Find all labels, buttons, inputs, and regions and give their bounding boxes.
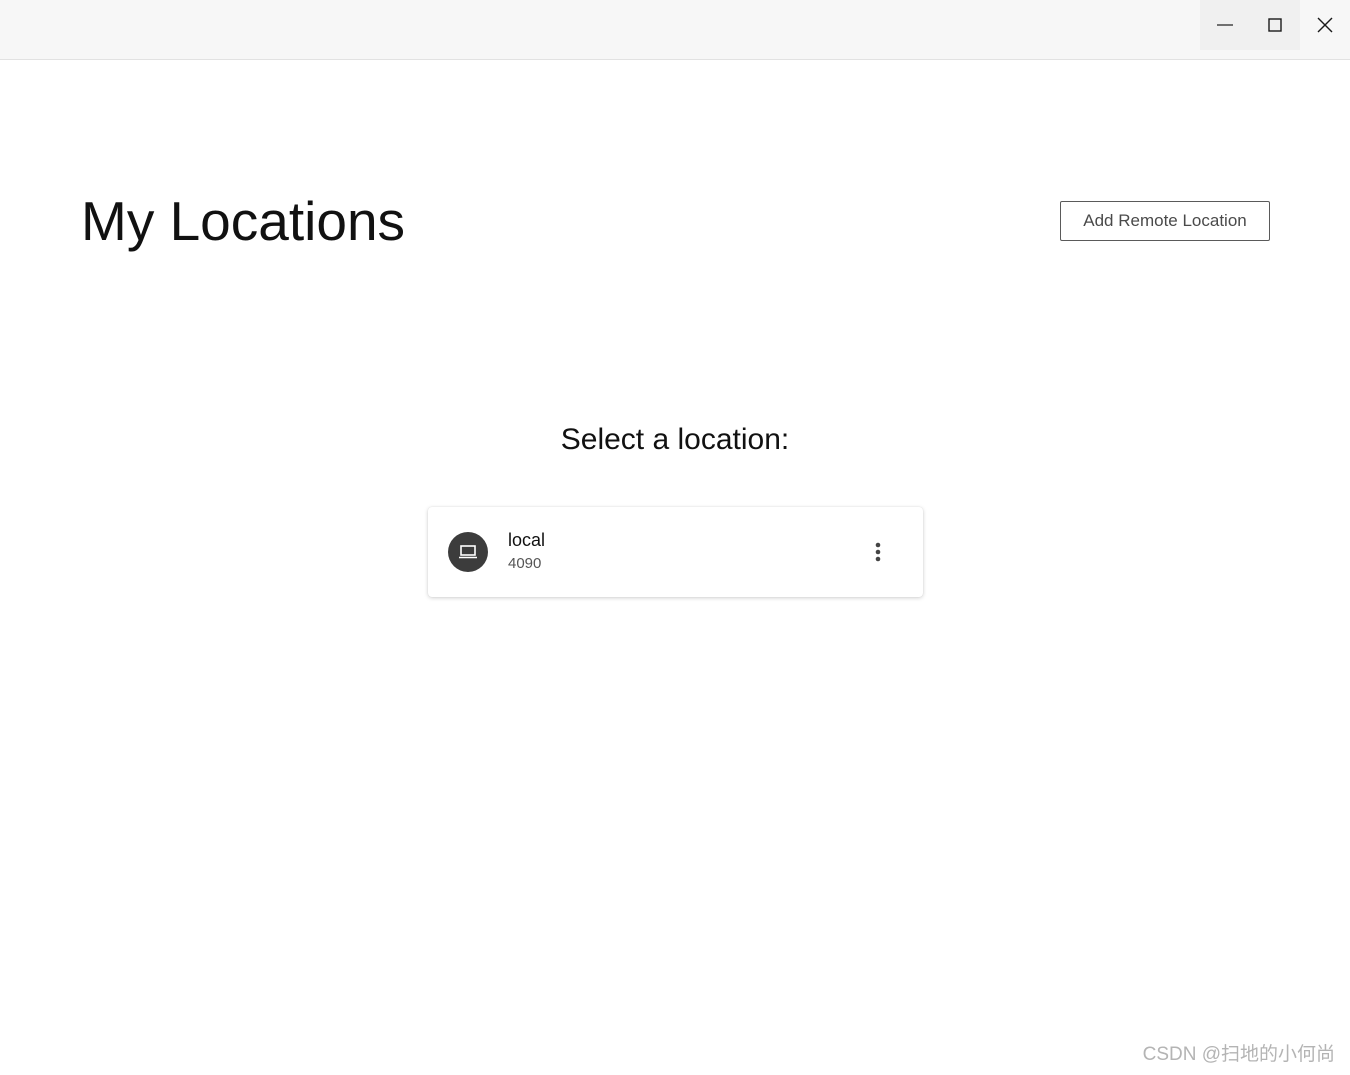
maximize-icon	[1268, 18, 1282, 32]
close-icon	[1317, 17, 1333, 33]
location-more-button[interactable]	[863, 537, 893, 567]
location-name: local	[508, 530, 546, 550]
location-avatar	[448, 532, 488, 572]
app-window: My Locations Add Remote Location Select …	[0, 0, 1350, 1075]
minimize-icon	[1217, 24, 1233, 26]
location-card-local[interactable]: local 4090	[428, 507, 923, 597]
window-controls	[1200, 0, 1350, 50]
add-remote-location-button[interactable]: Add Remote Location	[1060, 201, 1270, 241]
title-bar[interactable]	[0, 0, 1350, 60]
location-subtitle: 4090	[508, 555, 542, 572]
laptop-icon	[459, 545, 477, 559]
page-title: My Locations	[81, 190, 406, 252]
more-vertical-icon	[875, 542, 881, 562]
close-button[interactable]	[1300, 0, 1350, 50]
maximize-button[interactable]	[1250, 0, 1300, 50]
watermark-text: CSDN @扫地的小何尚	[1142, 1044, 1335, 1065]
minimize-button[interactable]	[1200, 0, 1250, 50]
select-location-heading: Select a location:	[560, 423, 790, 456]
